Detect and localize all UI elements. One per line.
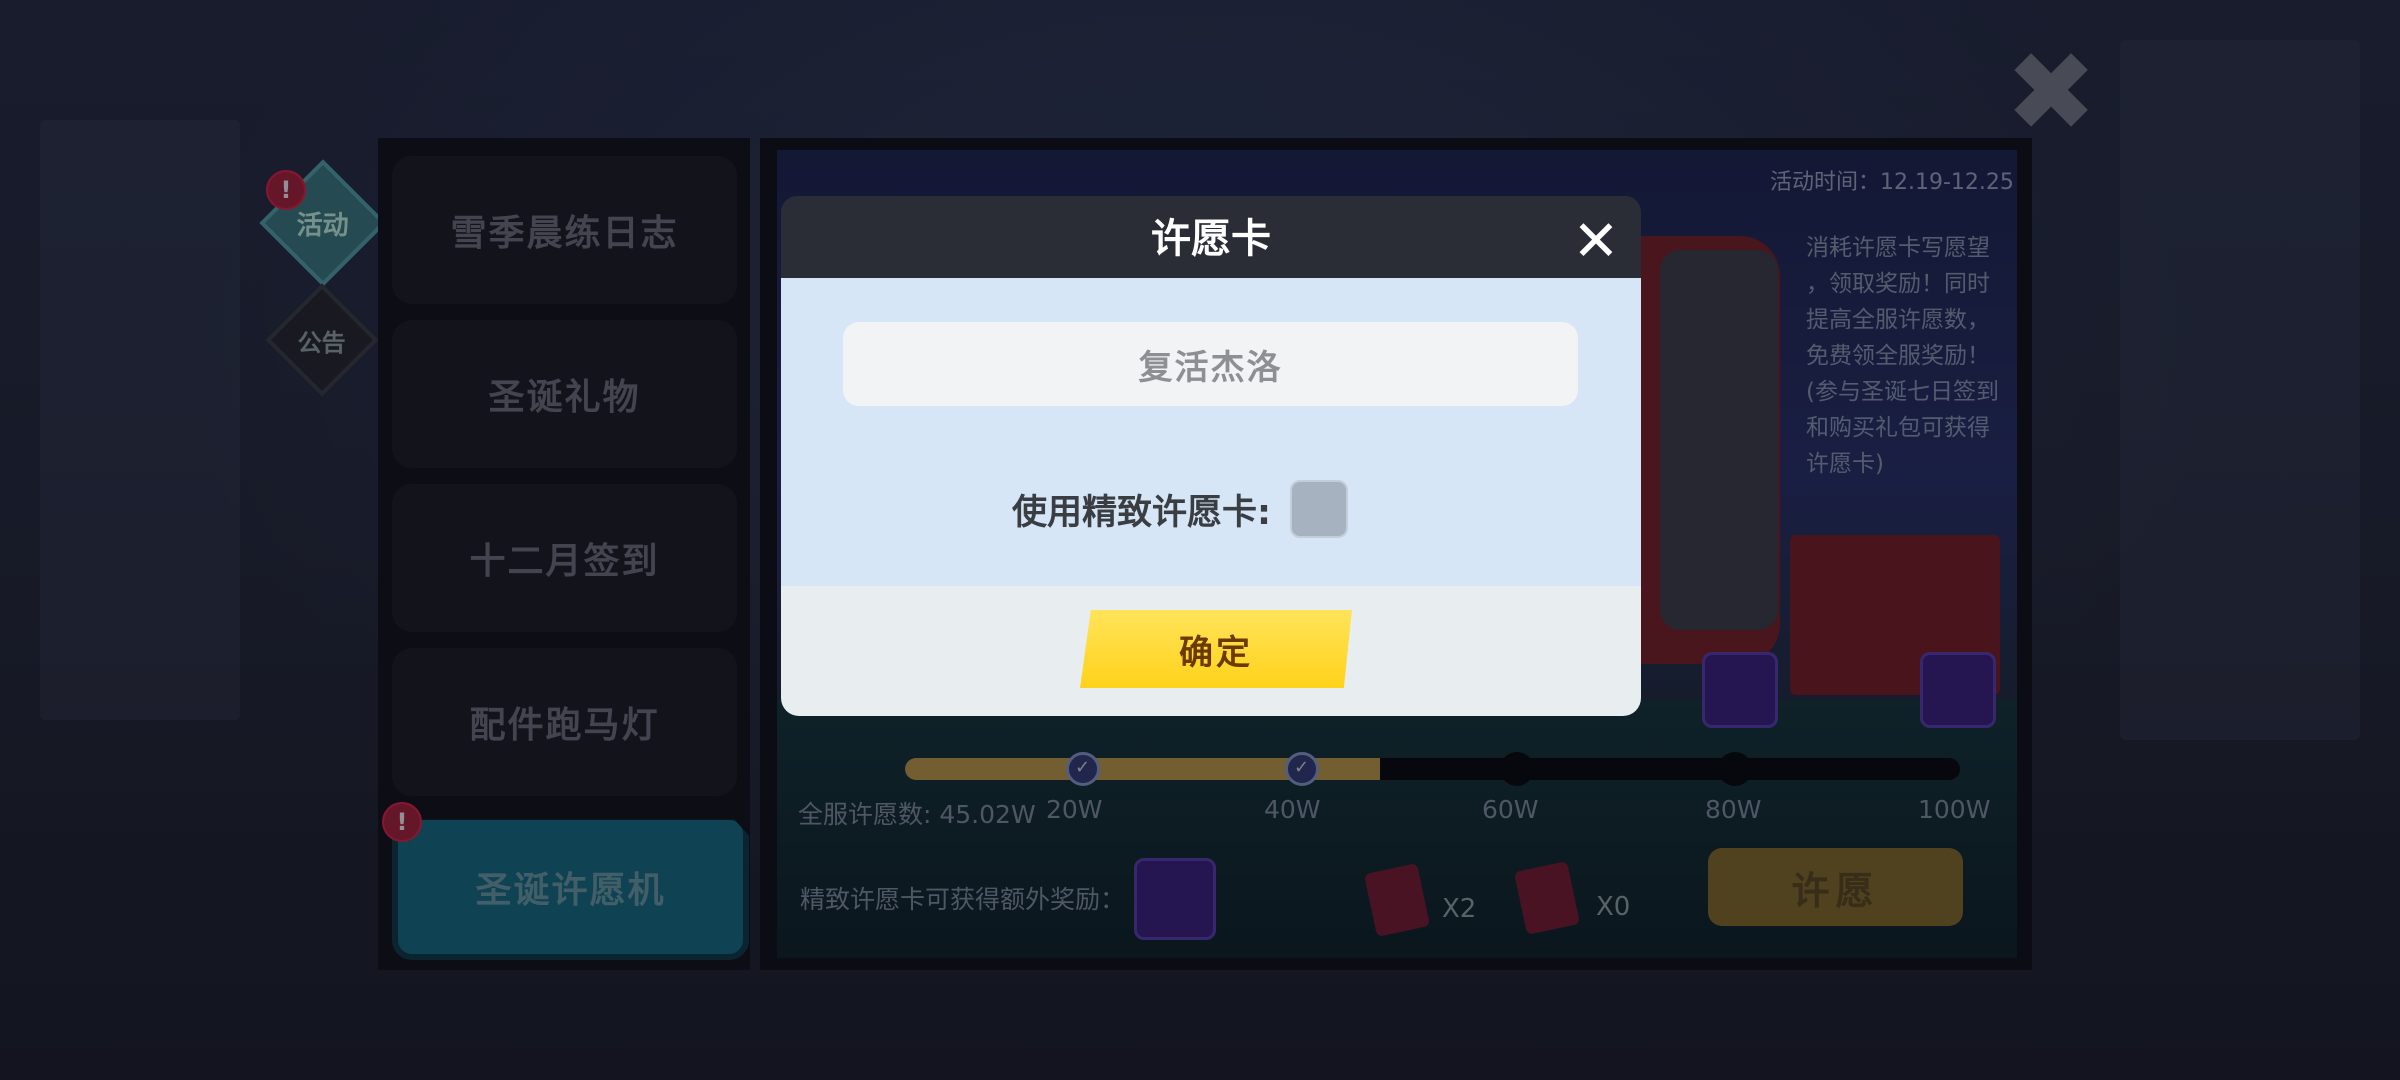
- dialog-close-icon[interactable]: ✕: [1568, 214, 1624, 270]
- wish-name-field[interactable]: 复活杰洛: [843, 322, 1578, 406]
- dialog-title: 许愿卡: [1151, 216, 1271, 262]
- confirm-button[interactable]: 确定: [1080, 610, 1352, 688]
- use-fine-card-checkbox[interactable]: [1290, 480, 1348, 538]
- use-fine-card-label: 使用精致许愿卡:: [1012, 493, 1271, 533]
